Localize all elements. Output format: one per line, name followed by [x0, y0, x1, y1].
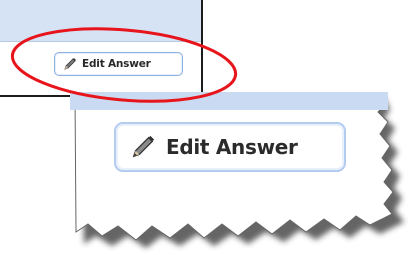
- edit-answer-button-zoomed[interactable]: Edit Answer: [114, 122, 346, 172]
- edit-answer-label-zoomed: Edit Answer: [166, 135, 298, 159]
- zoom-header-band: [70, 92, 388, 110]
- answer-panel: Edit Answer: [0, 0, 203, 97]
- screenshot-stage: Edit Answer Edit Answer: [0, 0, 416, 255]
- edit-answer-button[interactable]: Edit Answer: [54, 52, 183, 76]
- zoom-callout: Edit Answer: [70, 92, 388, 242]
- edit-answer-label: Edit Answer: [82, 58, 151, 70]
- panel-header-band: [0, 0, 201, 42]
- pencil-icon: [130, 134, 156, 160]
- pencil-icon: [63, 57, 77, 71]
